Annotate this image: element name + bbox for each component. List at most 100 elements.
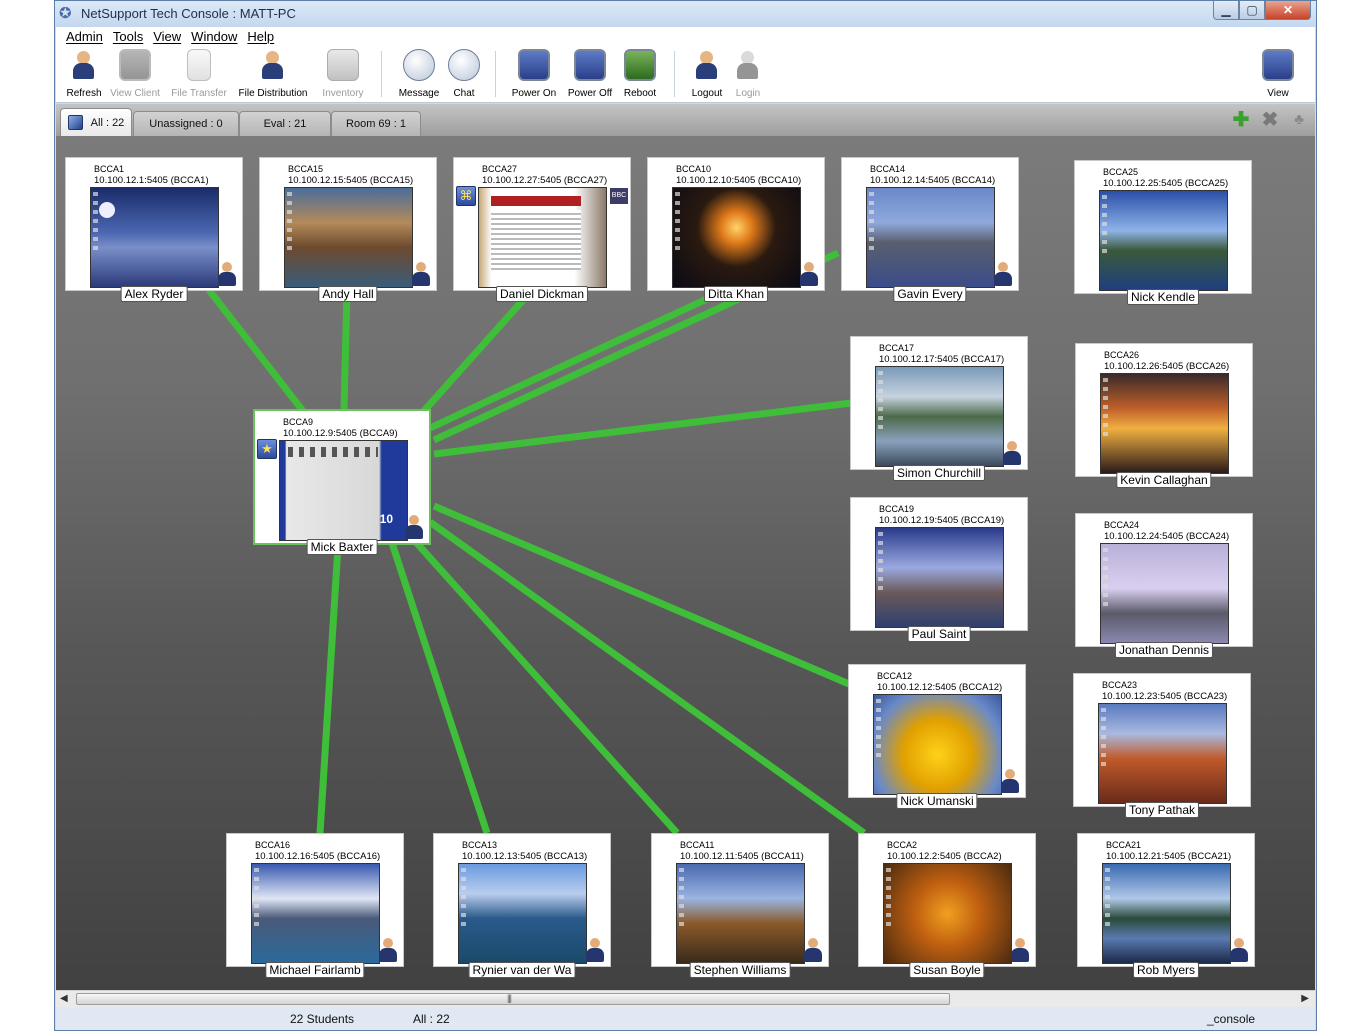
client-screen-thumbnail	[1098, 703, 1227, 804]
client-card-bcca14[interactable]: BCCA14 10.100.12.14:5405 (BCCA14) Gavin …	[841, 157, 1019, 302]
client-screen-thumbnail	[1102, 863, 1231, 964]
minimize-button[interactable]: ▁	[1213, 1, 1239, 20]
file-transfer-icon	[187, 49, 211, 81]
netsupport-star-icon: ✪	[59, 5, 72, 22]
maximize-button[interactable]: ▢	[1239, 1, 1265, 20]
scrollbar-thumb[interactable]: |||	[76, 993, 950, 1005]
chat-icon	[448, 49, 480, 81]
inventory-button[interactable]: Inventory	[318, 49, 368, 101]
client-card-bcca16[interactable]: BCCA16 10.100.12.16:5405 (BCCA16) Michae…	[226, 833, 404, 978]
console-name: _console	[1207, 1012, 1256, 1026]
client-user-label: Susan Boyle	[909, 962, 985, 978]
link-bcca11	[411, 537, 680, 836]
client-screen-thumbnail	[883, 863, 1012, 964]
client-user-label: Stephen Williams	[689, 962, 791, 978]
group-properties-icon[interactable]: ♣	[1289, 110, 1309, 130]
client-card-bcca9[interactable]: BCCA9 10.100.12.9:5405 (BCCA9) ★ 10 Mick…	[253, 409, 431, 555]
logout-icon	[691, 49, 723, 81]
user-avatar-icon	[410, 261, 432, 287]
group-actions: ✚ ✖ ♣	[1231, 110, 1309, 130]
tech-console-star-icon: ★	[257, 439, 277, 459]
client-user-label: Nick Kendle	[1126, 289, 1200, 305]
client-screen-thumbnail	[478, 187, 607, 288]
client-user-label: Paul Saint	[907, 626, 971, 642]
file-transfer-button[interactable]: File Transfer	[170, 49, 228, 101]
view-button[interactable]: View	[1260, 49, 1296, 101]
bbc-icon: BBC	[610, 188, 628, 204]
tab-unassigned[interactable]: Unassigned : 0	[133, 111, 239, 136]
login-button[interactable]: Login	[731, 49, 765, 101]
tab-eval[interactable]: Eval : 21	[239, 111, 331, 136]
scroll-right-arrow-icon[interactable]: ▶	[1301, 993, 1309, 1004]
user-avatar-icon	[1001, 440, 1023, 466]
menu-view[interactable]: View	[143, 27, 181, 47]
client-card-bcca25[interactable]: BCCA25 10.100.12.25:5405 (BCCA25) Nick K…	[1074, 160, 1252, 305]
client-user-label: Jonathan Dennis	[1114, 642, 1214, 658]
logout-button[interactable]: Logout	[687, 49, 727, 101]
tab-room-69[interactable]: Room 69 : 1	[331, 111, 421, 136]
add-group-icon[interactable]: ✚	[1231, 110, 1251, 130]
client-screen-thumbnail	[676, 863, 805, 964]
student-count: 22 Students	[290, 1012, 355, 1026]
client-card-bcca10[interactable]: BCCA10 10.100.12.10:5405 (BCCA10) Ditta …	[647, 157, 825, 302]
remove-group-icon[interactable]: ✖	[1260, 110, 1280, 130]
client-screen-thumbnail	[875, 366, 1004, 467]
client-screen-thumbnail	[873, 694, 1002, 795]
power-off-icon	[574, 49, 606, 81]
menu-admin[interactable]: Admin	[56, 27, 103, 47]
client-user-label: Rynier van der Wa	[468, 962, 576, 978]
client-card-bcca19[interactable]: BCCA19 10.100.12.19:5405 (BCCA19) Paul S…	[850, 497, 1028, 642]
client-card-bcca27[interactable]: BCCA27 10.100.12.27:5405 (BCCA27) ⌘ BBC …	[453, 157, 631, 302]
user-avatar-icon	[999, 768, 1021, 794]
client-card-bcca21[interactable]: BCCA21 10.100.12.21:5405 (BCCA21) Rob My…	[1077, 833, 1255, 978]
client-user-label: Michael Fairlamb	[265, 962, 365, 978]
view-client-button[interactable]: View Client	[110, 49, 160, 101]
client-card-bcca2[interactable]: BCCA2 10.100.12.2:5405 (BCCA2) Susan Boy…	[858, 833, 1036, 978]
client-card-bcca13[interactable]: BCCA13 10.100.12.13:5405 (BCCA13) Rynier…	[433, 833, 611, 978]
client-card-bcca11[interactable]: BCCA11 10.100.12.11:5405 (BCCA11) Stephe…	[651, 833, 829, 978]
client-card-bcca26[interactable]: BCCA26 10.100.12.26:5405 (BCCA26) Kevin …	[1075, 343, 1253, 488]
tab-all[interactable]: All : 22	[60, 108, 132, 136]
client-card-bcca24[interactable]: BCCA24 10.100.12.24:5405 (BCCA24) Jonath…	[1075, 513, 1253, 658]
client-user-label: Mick Baxter	[306, 539, 378, 555]
message-button[interactable]: Message	[396, 49, 442, 101]
toolbar-separator	[495, 51, 496, 97]
user-avatar-icon	[216, 261, 238, 287]
refresh-button[interactable]: Refresh	[64, 49, 104, 101]
client-card-bcca23[interactable]: BCCA23 10.100.12.23:5405 (BCCA23) Tony P…	[1073, 673, 1251, 818]
login-icon	[732, 49, 764, 81]
horizontal-scrollbar[interactable]: ◀ ||| ▶	[56, 990, 1315, 1007]
scroll-left-arrow-icon[interactable]: ◀	[60, 993, 68, 1004]
toolbar: Refresh View Client File Transfer File D…	[56, 47, 1315, 103]
link-bcca15	[340, 289, 351, 410]
client-user-label: Rob Myers	[1132, 962, 1200, 978]
client-screen-thumbnail: 10	[279, 440, 408, 541]
file-distribution-icon	[257, 49, 289, 81]
window-title: NetSupport Tech Console : MATT-PC	[81, 6, 296, 21]
message-icon	[403, 49, 435, 81]
group-cube-icon	[67, 115, 83, 130]
reboot-button[interactable]: Reboot	[620, 49, 660, 101]
client-screen-thumbnail	[90, 187, 219, 288]
client-screen-thumbnail	[1100, 543, 1229, 644]
menu-help[interactable]: Help	[237, 27, 274, 47]
client-user-label: Andy Hall	[318, 286, 378, 302]
client-screen-thumbnail	[1099, 190, 1228, 291]
close-button[interactable]: ✕	[1265, 1, 1311, 20]
power-off-button[interactable]: Power Off	[565, 49, 615, 101]
menu-window[interactable]: Window	[181, 27, 237, 47]
user-avatar-icon	[992, 261, 1014, 287]
power-on-button[interactable]: Power On	[509, 49, 559, 101]
file-distribution-button[interactable]: File Distribution	[238, 49, 308, 101]
client-card-bcca12[interactable]: BCCA12 10.100.12.12:5405 (BCCA12) Nick U…	[848, 664, 1026, 809]
user-avatar-icon	[798, 261, 820, 287]
chat-button[interactable]: Chat	[446, 49, 482, 101]
client-card-bcca15[interactable]: BCCA15 10.100.12.15:5405 (BCCA15) Andy H…	[259, 157, 437, 302]
client-card-bcca17[interactable]: BCCA17 10.100.12.17:5405 (BCCA17) Simon …	[850, 336, 1028, 481]
group-tab-bar: All : 22 Unassigned : 0 Eval : 21 Room 6…	[56, 104, 1315, 136]
grip-icon: |||	[507, 993, 512, 1003]
menu-tools[interactable]: Tools	[103, 27, 143, 47]
client-card-bcca1[interactable]: BCCA1 10.100.12.1:5405 (BCCA1) Alex Ryde…	[65, 157, 243, 302]
refresh-icon	[68, 49, 100, 81]
link-bcca12	[432, 502, 851, 688]
